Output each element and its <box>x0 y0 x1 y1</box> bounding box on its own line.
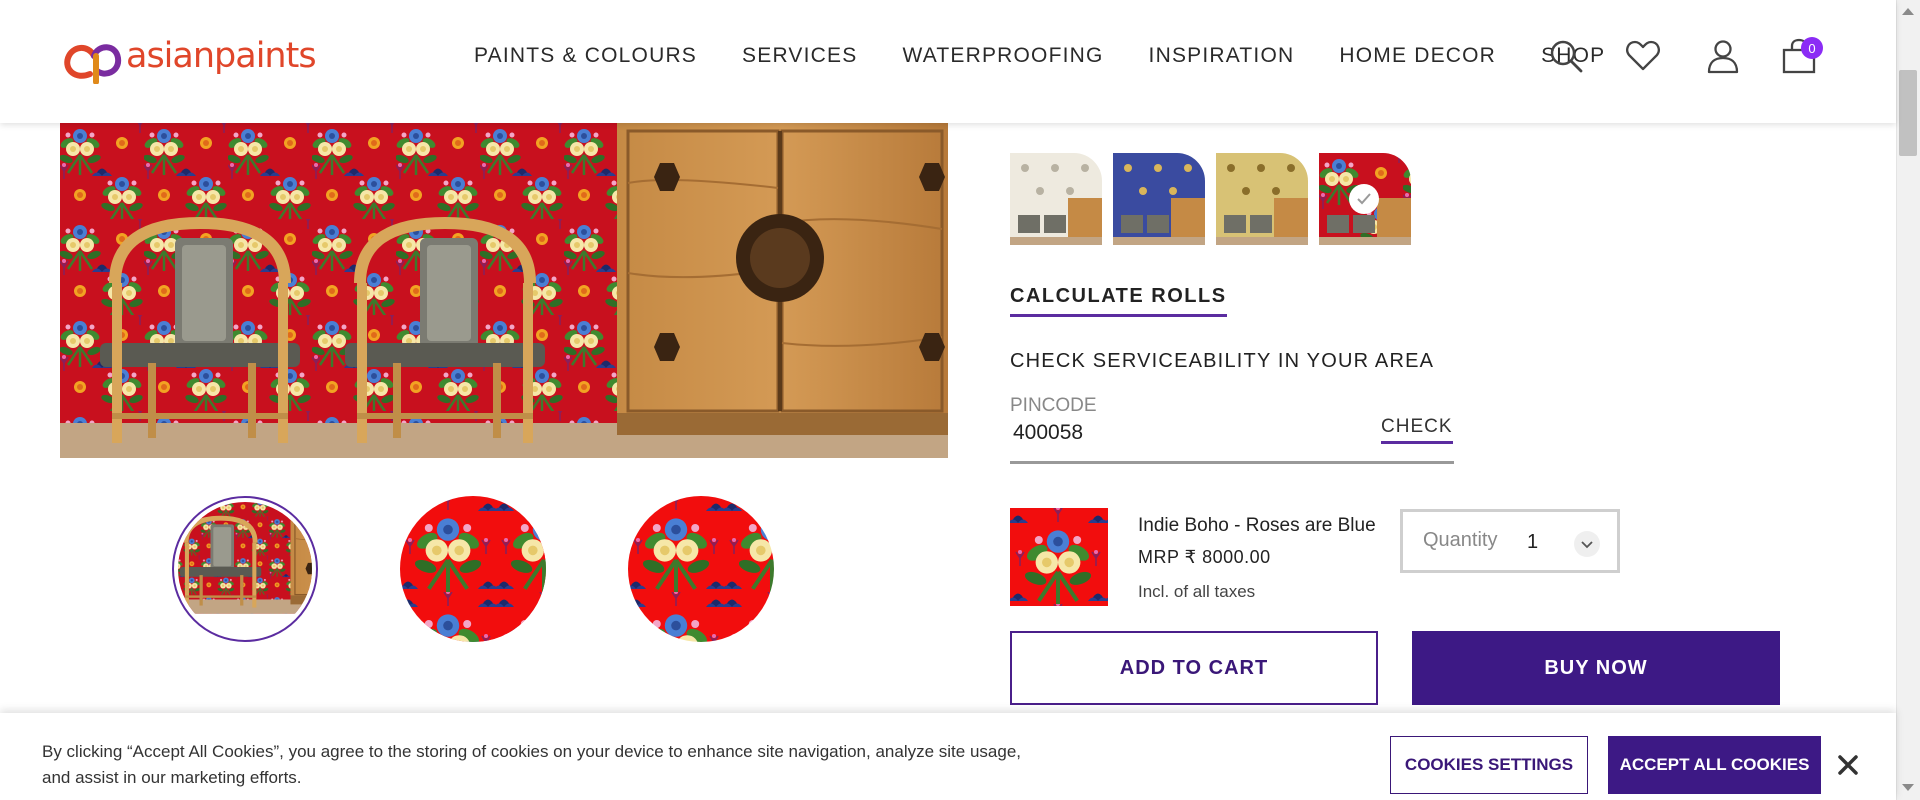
swatch-yellow[interactable] <box>1216 153 1308 245</box>
cookie-banner: By clicking “Accept All Cookies”, you ag… <box>0 713 1896 800</box>
cart-count-badge: 0 <box>1801 37 1823 59</box>
gallery-thumb-pattern-1[interactable] <box>400 496 546 642</box>
product-thumbnail <box>1010 508 1108 606</box>
nav-inspiration[interactable]: INSPIRATION <box>1149 44 1295 68</box>
add-to-cart-button[interactable]: ADD TO CART <box>1010 631 1378 705</box>
product-main-image[interactable] <box>60 123 948 458</box>
pincode-underline <box>1010 461 1454 464</box>
nav-paints-colours[interactable]: PAINTS & COLOURS <box>474 44 697 68</box>
logo-text: asianpaints <box>126 36 317 76</box>
nav-services[interactable]: SERVICES <box>742 44 857 68</box>
cookies-settings-button[interactable]: COOKIES SETTINGS <box>1390 736 1588 794</box>
calculate-rolls-link[interactable]: CALCULATE ROLLS <box>1010 285 1227 317</box>
scrollbar-thumb[interactable] <box>1899 70 1917 156</box>
swatch-white[interactable] <box>1010 153 1102 245</box>
pincode-label: PINCODE <box>1010 395 1097 416</box>
quantity-label: Quantity <box>1423 529 1498 551</box>
chevron-down-icon[interactable] <box>1574 531 1600 557</box>
logo-mark-icon <box>64 44 122 84</box>
serviceability-title: CHECK SERVICEABILITY IN YOUR AREA <box>1010 350 1435 372</box>
scroll-up-arrow-icon[interactable] <box>1902 8 1914 15</box>
scroll-down-arrow-icon[interactable] <box>1902 784 1914 791</box>
tax-note: Incl. of all taxes <box>1138 582 1256 601</box>
wishlist-heart-icon[interactable] <box>1625 38 1661 74</box>
swatch-blue[interactable] <box>1113 153 1205 245</box>
search-icon[interactable] <box>1548 38 1584 74</box>
asianpaints-logo[interactable]: asianpaints <box>60 34 317 84</box>
quantity-value: 1 <box>1527 531 1539 553</box>
selected-check-icon <box>1349 184 1379 214</box>
main-nav: PAINTS & COLOURS SERVICES WATERPROOFING … <box>474 44 1650 68</box>
product-price: MRP ₹ 8000.00 <box>1138 547 1271 567</box>
pincode-input[interactable] <box>1010 418 1310 448</box>
nav-home-decor[interactable]: HOME DECOR <box>1339 44 1496 68</box>
check-pincode-button[interactable]: CHECK <box>1381 416 1453 444</box>
close-icon[interactable] <box>1834 751 1862 779</box>
nav-waterproofing[interactable]: WATERPROOFING <box>902 44 1103 68</box>
account-user-icon[interactable] <box>1705 38 1741 74</box>
product-name: Indie Boho - Roses are Blue <box>1138 515 1376 536</box>
cookie-consent-text: By clicking “Accept All Cookies”, you ag… <box>42 742 1021 787</box>
site-header: asianpaints PAINTS & COLOURS SERVICES WA… <box>0 0 1896 123</box>
gallery-thumb-pattern-2[interactable] <box>628 496 774 642</box>
buy-now-button[interactable]: BUY NOW <box>1412 631 1780 705</box>
gallery-thumb-room[interactable] <box>172 496 318 642</box>
accept-all-cookies-button[interactable]: ACCEPT ALL COOKIES <box>1608 736 1821 794</box>
